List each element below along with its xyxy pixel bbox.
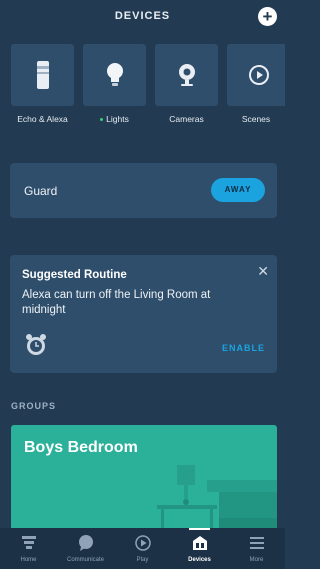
category-scenes[interactable]: Scenes [227,44,285,124]
camera-icon [178,64,195,86]
guard-card[interactable]: Guard AWAY [10,163,277,218]
routine-title: Suggested Routine [22,269,127,281]
close-icon[interactable]: ✕ [257,263,269,280]
page-title: DEVICES [114,10,171,22]
scenes-play-icon [248,65,269,85]
menu-icon [249,537,264,549]
devices-icon [192,536,207,550]
alarm-clock-icon [26,334,46,355]
status-dot [100,118,104,122]
suggested-routine-card: Suggested Routine ✕ Alexa can turn off t… [10,255,277,373]
lightbulb-icon [106,63,123,86]
nav-communicate[interactable]: Communicate [57,528,114,569]
add-device-button[interactable]: + [258,7,277,26]
enable-routine-button[interactable]: ENABLE [222,343,265,353]
bottom-navigation: Home Communicate Play Devices More [0,528,285,569]
device-categories: Echo & Alexa Lights Cameras Scenes [0,44,285,128]
groups-heading: GROUPS [11,401,57,411]
category-label: Echo & Alexa [17,114,68,124]
guard-mode-button[interactable]: AWAY [211,178,265,202]
chat-bubble-icon [78,535,93,551]
echo-device-icon [36,61,49,89]
nav-more[interactable]: More [228,528,285,569]
routine-description: Alexa can turn off the Living Room at mi… [22,289,211,316]
category-cameras[interactable]: Cameras [155,44,218,124]
category-label: Lights [106,114,129,124]
category-echo-alexa[interactable]: Echo & Alexa [11,44,74,124]
category-lights[interactable]: Lights [83,44,146,124]
nav-devices[interactable]: Devices [171,528,228,569]
category-label: Cameras [169,114,204,124]
group-card-boys-bedroom[interactable]: Boys Bedroom [11,425,277,530]
play-icon [134,535,151,551]
bedroom-illustration [157,465,277,530]
category-label: Scenes [241,114,271,124]
group-name: Boys Bedroom [24,439,138,456]
home-icon [21,536,36,549]
active-tab-indicator [189,528,210,530]
nav-home[interactable]: Home [0,528,57,569]
header-bar: DEVICES + [0,0,285,34]
nav-play[interactable]: Play [114,528,171,569]
guard-label: Guard [24,184,58,198]
